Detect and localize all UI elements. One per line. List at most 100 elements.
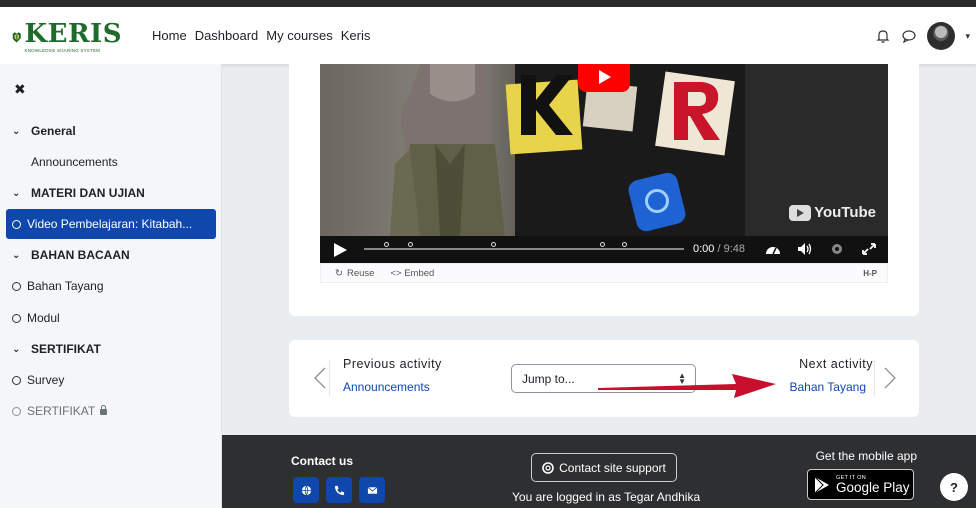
annotation-arrow (598, 374, 776, 398)
sidebar-item-sertifikat-locked[interactable]: SERTIFIKAT (0, 396, 222, 426)
sidebar-item-label: SERTIFIKAT (27, 404, 96, 418)
youtube-label: YouTube (814, 204, 876, 221)
sidebar-item-label: Bahan Tayang (27, 279, 104, 293)
video-seek-bar[interactable] (364, 242, 684, 250)
bookmark-marker[interactable] (622, 242, 627, 247)
cutout-letter-k (521, 75, 573, 135)
sidebar-item-label: SERTIFIKAT (31, 342, 101, 356)
sidebar-item-bahan-tayang[interactable]: Bahan Tayang (0, 271, 222, 301)
sidebar-section-sertifikat[interactable]: ⌄ SERTIFIKAT (0, 334, 222, 364)
nav-my-courses[interactable]: My courses (266, 28, 332, 43)
fullscreen-icon[interactable] (860, 241, 878, 257)
avatar[interactable] (927, 22, 956, 50)
h5p-actions-bar: ↻ Reuse <> Embed H-P (320, 263, 888, 283)
playback-speed-icon[interactable] (764, 241, 782, 257)
activity-status-icon (12, 313, 21, 323)
previous-activity-link[interactable]: Announcements (343, 380, 430, 394)
duration: 9:48 (723, 243, 746, 255)
embed-icon: <> (390, 267, 402, 279)
activity-status-icon (12, 406, 21, 416)
youtube-play-button[interactable] (578, 64, 630, 92)
bookmark-marker[interactable] (600, 242, 605, 247)
divider (329, 360, 330, 396)
previous-activity-label: Previous activity (343, 357, 442, 371)
bookmark-marker[interactable] (384, 242, 389, 247)
video-player[interactable]: YouTube (320, 64, 888, 236)
logged-in-info: You are logged in as Tegar Andhika (512, 490, 701, 504)
play-icon[interactable] (334, 243, 347, 257)
sidebar-item-label: Announcements (31, 155, 118, 169)
support-label: Contact site support (559, 460, 666, 475)
email-button[interactable] (359, 477, 385, 503)
logo-subtitle: KNOWLEDGE SHARING SYSTEM (24, 48, 101, 53)
reuse-label: Reuse (346, 267, 375, 279)
nav-home[interactable]: Home (152, 28, 187, 43)
chevron-down-icon[interactable]: ▾ (965, 31, 970, 42)
navbar: KERIS KNOWLEDGE SHARING SYSTEM Home Dash… (0, 7, 976, 64)
reuse-button[interactable]: ↻ Reuse (335, 268, 374, 279)
page-footer: Contact us Contact site support You are … (222, 435, 976, 508)
chat-cutout-ring (645, 189, 669, 213)
nav-keris[interactable]: Keris (341, 28, 371, 43)
shield-logo-icon (12, 32, 21, 43)
next-activity-label: Next activity (799, 357, 873, 371)
lock-icon (100, 405, 108, 415)
divider (874, 360, 875, 396)
chevron-left-icon[interactable] (313, 366, 327, 390)
sidebar-item-label: General (31, 124, 76, 138)
sidebar-item-modul[interactable]: Modul (0, 303, 222, 333)
social-links (293, 477, 385, 503)
cutout-letter-r (674, 82, 720, 140)
volume-icon[interactable] (796, 241, 814, 257)
sidebar-section-bahan-bacaan[interactable]: ⌄ BAHAN BACAAN (0, 240, 222, 270)
nav-dashboard[interactable]: Dashboard (195, 28, 259, 43)
sidebar-item-label: Survey (27, 373, 65, 387)
sidebar-section-materi[interactable]: ⌄ MATERI DAN UJIAN (0, 178, 222, 208)
close-icon[interactable]: ✖ (14, 81, 26, 98)
chevron-right-icon[interactable] (883, 366, 897, 390)
phone-button[interactable] (326, 477, 352, 503)
logo-word: KERIS (24, 19, 122, 49)
help-button[interactable]: ? (940, 473, 968, 501)
youtube-icon (789, 204, 812, 221)
primary-nav: Home Dashboard My courses Keris (152, 28, 370, 43)
embed-button[interactable]: <> Embed (390, 268, 434, 279)
settings-gear-icon[interactable] (828, 241, 846, 257)
jump-to-value: Jump to... (522, 371, 575, 386)
contact-site-support-button[interactable]: Contact site support (531, 453, 677, 482)
youtube-logo[interactable]: YouTube (789, 204, 876, 221)
chevron-down-icon: ⌄ (12, 187, 21, 199)
website-button[interactable] (293, 477, 319, 503)
globe-icon (301, 485, 311, 496)
sidebar-item-video-pembelajaran[interactable]: Video Pembelajaran: Kitabah... (6, 209, 216, 239)
chevron-down-icon: ⌄ (12, 125, 21, 137)
reuse-icon: ↻ (335, 267, 343, 279)
sidebar-item-label: Modul (27, 311, 60, 325)
sidebar-item-label: Video Pembelajaran: Kitabah... (27, 217, 193, 231)
gplay-big-label: Google Play (836, 479, 910, 495)
video-presenter-image (390, 64, 505, 236)
bookmark-marker[interactable] (408, 242, 413, 247)
lifebuoy-icon (542, 461, 554, 474)
chevron-down-icon: ⌄ (12, 343, 21, 355)
next-activity-link[interactable]: Bahan Tayang (789, 380, 866, 394)
top-edge (0, 0, 976, 7)
google-play-badge[interactable]: GET IT ON Google Play (807, 469, 914, 500)
sidebar-item-survey[interactable]: Survey (0, 365, 222, 395)
sidebar-item-label: BAHAN BACAAN (31, 248, 130, 262)
mobile-app-heading: Get the mobile app (815, 449, 917, 463)
bookmark-marker[interactable] (491, 242, 496, 247)
envelope-icon (367, 486, 377, 494)
contact-us-heading: Contact us (291, 454, 354, 468)
embed-label: Embed (404, 267, 435, 279)
site-logo[interactable]: KERIS KNOWLEDGE SHARING SYSTEM (12, 17, 122, 57)
activity-status-icon (12, 281, 21, 291)
bell-icon[interactable] (875, 28, 891, 44)
video-controls: 0:00 / 9:48 (320, 236, 888, 263)
activity-status-icon (12, 219, 21, 229)
sidebar-item-announcements[interactable]: Announcements (0, 147, 222, 177)
chat-icon[interactable] (901, 28, 917, 44)
course-index-drawer: ✖ ⌄ General Announcements ⌄ MATERI DAN U… (0, 64, 222, 508)
video-time: 0:00 / 9:48 (693, 243, 746, 255)
sidebar-section-general[interactable]: ⌄ General (0, 116, 222, 146)
